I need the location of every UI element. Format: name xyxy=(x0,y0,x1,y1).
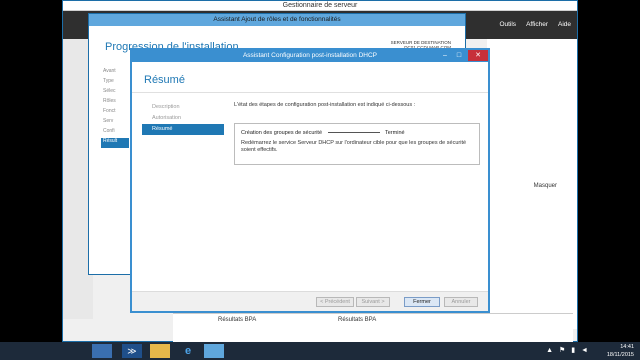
taskbar: ≫ e ▲ ⚑ ▮ ◄ 14:41 18/11/2015 xyxy=(0,342,640,360)
roles-nav-item-active[interactable]: Résult xyxy=(101,138,129,148)
dhcp-wizard-titlebar: Assistant Configuration post-installatio… xyxy=(132,50,488,62)
bpa-results-label[interactable]: Résultats BPA xyxy=(218,317,256,323)
nav-autorisation[interactable]: Autorisation xyxy=(142,113,224,124)
server-manager-menu: Outils Afficher Aide xyxy=(499,21,571,28)
clock-time: 14:41 xyxy=(620,344,634,350)
file-explorer-icon[interactable] xyxy=(150,344,170,358)
step-row: Création des groupes de sécurité Terminé xyxy=(241,130,405,136)
step-status: Terminé xyxy=(385,130,405,136)
masquer-link[interactable]: Masquer xyxy=(534,183,557,189)
server-manager-taskbar-icon[interactable] xyxy=(92,344,112,358)
server-manager-title: Gestionnaire de serveur xyxy=(282,2,358,9)
cancel-button[interactable]: Annuler xyxy=(444,297,478,307)
taskbar-clock[interactable]: 14:41 18/11/2015 xyxy=(607,343,634,359)
roles-wizard-nav: Avant Type Sélec Rôles Fonct Serv Confi … xyxy=(101,68,129,148)
next-button[interactable]: Suivant > xyxy=(356,297,390,307)
bpa-results-label[interactable]: Résultats BPA xyxy=(338,317,376,323)
minimize-icon[interactable]: – xyxy=(438,50,452,61)
close-icon[interactable]: ✕ xyxy=(468,50,488,61)
server-manager-titlebar: Gestionnaire de serveur xyxy=(63,1,577,11)
previous-button[interactable]: < Précédent xyxy=(316,297,354,307)
menu-afficher[interactable]: Afficher xyxy=(526,21,548,28)
dhcp-wizard-footer: < Précédent Suivant > Fermer Annuler xyxy=(132,291,488,311)
dhcp-wizard-heading: Résumé xyxy=(144,74,185,86)
dhcp-wizard-window: Assistant Configuration post-installatio… xyxy=(130,48,490,313)
menu-aide[interactable]: Aide xyxy=(558,21,571,28)
step-label: Création des groupes de sécurité xyxy=(241,130,323,136)
menu-outils[interactable]: Outils xyxy=(499,21,516,28)
roles-nav-item[interactable]: Sélec xyxy=(101,88,129,98)
maximize-icon[interactable]: □ xyxy=(452,50,466,61)
system-tray[interactable]: ▲ ⚑ ▮ ◄ xyxy=(546,346,590,354)
close-button[interactable]: Fermer xyxy=(404,297,440,307)
nav-resume[interactable]: Résumé xyxy=(142,124,224,135)
roles-wizard-titlebar: Assistant Ajout de rôles et de fonctionn… xyxy=(89,14,465,26)
roles-nav-item[interactable]: Type xyxy=(101,78,129,88)
roles-wizard-title: Assistant Ajout de rôles et de fonctionn… xyxy=(213,16,341,23)
dhcp-wizard-nav: Description Autorisation Résumé xyxy=(142,102,224,135)
roles-nav-item[interactable]: Serv xyxy=(101,118,129,128)
step-dotted-line xyxy=(327,132,380,134)
dhcp-wizard-title: Assistant Configuration post-installatio… xyxy=(242,52,378,59)
wizard-taskbar-icon[interactable] xyxy=(204,344,224,358)
heading-divider xyxy=(132,92,488,93)
roles-nav-item[interactable]: Avant xyxy=(101,68,129,78)
nav-description[interactable]: Description xyxy=(142,102,224,113)
step-message: Redémarrez le service Serveur DHCP sur l… xyxy=(241,140,467,153)
clock-date: 18/11/2015 xyxy=(606,352,634,358)
roles-nav-item[interactable]: Confi xyxy=(101,128,129,138)
internet-explorer-icon[interactable]: e xyxy=(178,344,198,358)
powershell-icon[interactable]: ≫ xyxy=(122,344,142,358)
server-manager-right-panel xyxy=(487,39,577,329)
summary-box: Création des groupes de sécurité Terminé… xyxy=(234,123,480,165)
summary-intro: L'état des étapes de configuration post-… xyxy=(234,102,416,108)
roles-nav-item[interactable]: Rôles xyxy=(101,98,129,108)
roles-nav-item[interactable]: Fonct xyxy=(101,108,129,118)
